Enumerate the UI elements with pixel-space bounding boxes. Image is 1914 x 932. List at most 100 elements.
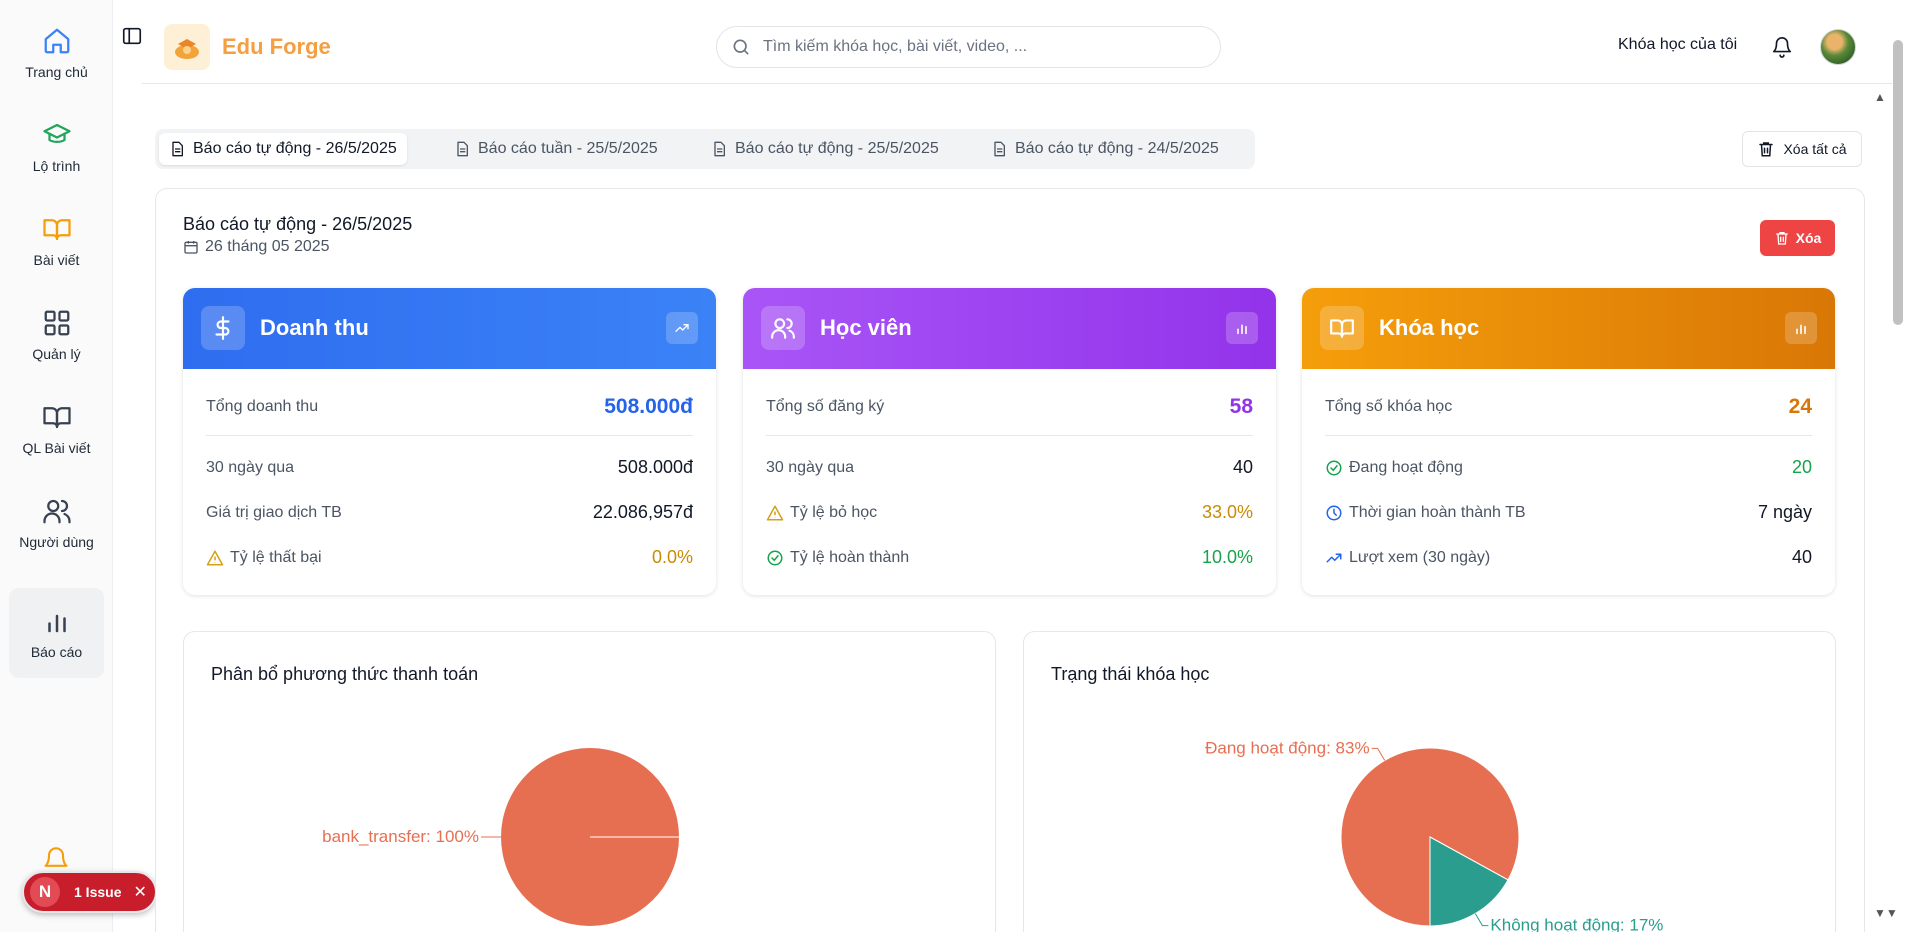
search-input[interactable]: Tìm kiếm khóa học, bài viết, video, ... xyxy=(716,26,1221,68)
stat-value: 0.0% xyxy=(651,547,693,567)
report-tabs: Báo cáo tự động - 26/5/2025 Báo cáo tuần… xyxy=(155,129,1255,169)
stat-value: 58 xyxy=(1229,395,1253,418)
issue-badge[interactable]: N 1 Issue ✕ xyxy=(22,871,157,913)
stat-value: 508.000đ xyxy=(604,395,693,418)
course-status-chart-panel: Trạng thái khóa học Đang hoạt động: 83% K… xyxy=(1023,631,1836,932)
stat-label: Tỷ lệ thất bại xyxy=(230,548,322,566)
scroll-up-arrow[interactable]: ▲ xyxy=(1874,90,1886,104)
issue-avatar: N xyxy=(30,877,60,907)
stat-row: 30 ngày qua 40 xyxy=(766,457,1253,478)
bell-icon[interactable] xyxy=(1771,36,1793,58)
report-date: 26 tháng 05 2025 xyxy=(183,238,330,256)
book-icon xyxy=(42,407,71,429)
graduation-cap-icon xyxy=(42,123,71,143)
trash-icon xyxy=(1759,142,1774,157)
users-icon xyxy=(42,499,71,524)
tab-label: Báo cáo tự động - 25/5/2025 xyxy=(735,140,939,157)
stat-row-total: Tổng số đăng ký 58 xyxy=(766,395,1253,419)
sidebar-toggle-icon[interactable] xyxy=(121,25,143,47)
stat-label: Tổng số khóa học xyxy=(1325,398,1453,415)
check-circle-icon xyxy=(1326,460,1342,475)
search-icon xyxy=(733,39,749,55)
sidebar-item-reports[interactable]: Báo cáo xyxy=(9,588,104,678)
clock-icon xyxy=(1326,505,1342,520)
book-open-icon xyxy=(1320,306,1364,350)
clear-all-button[interactable]: Xóa tất cả xyxy=(1742,131,1862,167)
divider xyxy=(766,435,1253,436)
stat-value: 10.0% xyxy=(1201,547,1253,567)
course-status-pie-chart: Đang hoạt động: 83% Không hoạt động: 17% xyxy=(1205,738,1663,932)
stat-row: Lượt xem (30 ngày) 40 xyxy=(1325,547,1812,568)
report-date-text: 26 tháng 05 2025 xyxy=(205,238,330,255)
stat-row: Đang hoạt động 20 xyxy=(1325,457,1812,478)
sidebar-item-manage-articles[interactable]: QL Bài viết xyxy=(9,384,104,474)
students-card: Học viên Tổng số đăng ký 58 30 ngày qua … xyxy=(743,288,1276,595)
logo-icon xyxy=(175,39,199,59)
file-text-icon xyxy=(457,141,468,157)
sidebar-item-label: Báo cáo xyxy=(30,644,83,660)
issue-label: 1 Issue xyxy=(74,884,122,900)
tab-label: Báo cáo tự động - 26/5/2025 xyxy=(193,140,397,157)
payment-method-chart-panel: Phân bổ phương thức thanh toán bank_tran… xyxy=(183,631,996,932)
stat-value: 40 xyxy=(1232,457,1253,477)
pie-label: bank_transfer: 100% xyxy=(322,827,479,846)
stat-value: 40 xyxy=(1791,547,1812,567)
trending-up-icon xyxy=(1326,553,1342,562)
search-placeholder: Tìm kiếm khóa học, bài viết, video, ... xyxy=(763,38,1028,55)
stat-value: 7 ngày xyxy=(1757,502,1812,522)
revenue-card-header: Doanh thu xyxy=(183,288,716,369)
users-icon xyxy=(761,306,805,350)
pie-label: Đang hoạt động: 83% xyxy=(1205,738,1369,757)
stat-label: 30 ngày qua xyxy=(206,458,295,476)
students-card-header: Học viên xyxy=(743,288,1276,369)
sidebar-item-label: Trang chủ xyxy=(25,64,88,80)
tab-report-1[interactable]: Báo cáo tuần - 25/5/2025 xyxy=(444,133,668,165)
my-courses-link[interactable]: Khóa học của tôi xyxy=(1618,36,1737,54)
sidebar-item-roadmap[interactable]: Lộ trình xyxy=(9,102,104,192)
stat-label: Tổng doanh thu xyxy=(206,398,319,415)
sidebar-item-articles[interactable]: Bài viết xyxy=(9,196,104,286)
courses-card: Khóa học Tổng số khóa học 24 Đang hoạt đ… xyxy=(1302,288,1835,595)
calendar-icon xyxy=(184,241,198,254)
file-text-icon xyxy=(994,141,1005,157)
pie-label: Không hoạt động: 17% xyxy=(1490,916,1663,932)
scroll-down-arrow[interactable]: ▼▼ xyxy=(1874,906,1898,920)
warning-icon xyxy=(206,550,224,565)
sidebar-item-users[interactable]: Người dùng xyxy=(9,478,104,568)
pie-label-line xyxy=(1371,747,1386,761)
stat-label: Tổng số đăng ký xyxy=(766,398,885,415)
stat-row-total: Tổng doanh thu 508.000đ xyxy=(206,395,693,419)
pie-label-line xyxy=(1474,913,1489,927)
sidebar-item-manage[interactable]: Quản lý xyxy=(9,290,104,380)
tab-report-2[interactable]: Báo cáo tự động - 25/5/2025 xyxy=(701,133,949,165)
sidebar: Trang chủ Lộ trình Bài viết Quản lý QL B… xyxy=(0,0,113,932)
home-icon xyxy=(44,28,69,54)
stat-row: Thời gian hoàn thành TB 7 ngày xyxy=(1325,502,1812,523)
sidebar-item-label: Người dùng xyxy=(19,534,94,550)
brand-name[interactable]: Edu Forge xyxy=(222,34,331,60)
close-icon[interactable]: ✕ xyxy=(133,882,146,902)
sidebar-item-label: QL Bài viết xyxy=(22,440,91,456)
stat-label: 30 ngày qua xyxy=(766,458,855,476)
warning-icon xyxy=(766,505,784,520)
stat-label: Tỷ lệ hoàn thành xyxy=(790,548,910,566)
bar-chart-icon[interactable] xyxy=(1226,312,1258,344)
delete-report-button[interactable]: Xóa xyxy=(1760,220,1835,256)
notification-bell-icon[interactable] xyxy=(42,846,70,874)
stat-value: 508.000đ xyxy=(617,457,693,477)
stat-value: 24 xyxy=(1788,395,1812,418)
courses-card-header: Khóa học xyxy=(1302,288,1835,369)
stat-label: Đang hoạt động xyxy=(1349,458,1463,476)
clear-all-label: Xóa tất cả xyxy=(1783,141,1847,157)
tab-report-0[interactable]: Báo cáo tự động - 26/5/2025 xyxy=(159,133,407,165)
bar-chart-icon[interactable] xyxy=(1785,312,1817,344)
scrollbar-thumb[interactable] xyxy=(1893,40,1903,325)
file-text-icon xyxy=(172,141,183,157)
logo[interactable] xyxy=(164,24,210,70)
sidebar-item-home[interactable]: Trang chủ xyxy=(9,8,104,98)
divider xyxy=(206,435,693,436)
tab-report-3[interactable]: Báo cáo tự động - 24/5/2025 xyxy=(981,133,1229,165)
stat-label: Tỷ lệ bỏ học xyxy=(790,503,878,521)
trending-up-icon[interactable] xyxy=(666,312,698,344)
user-avatar[interactable] xyxy=(1820,29,1856,65)
